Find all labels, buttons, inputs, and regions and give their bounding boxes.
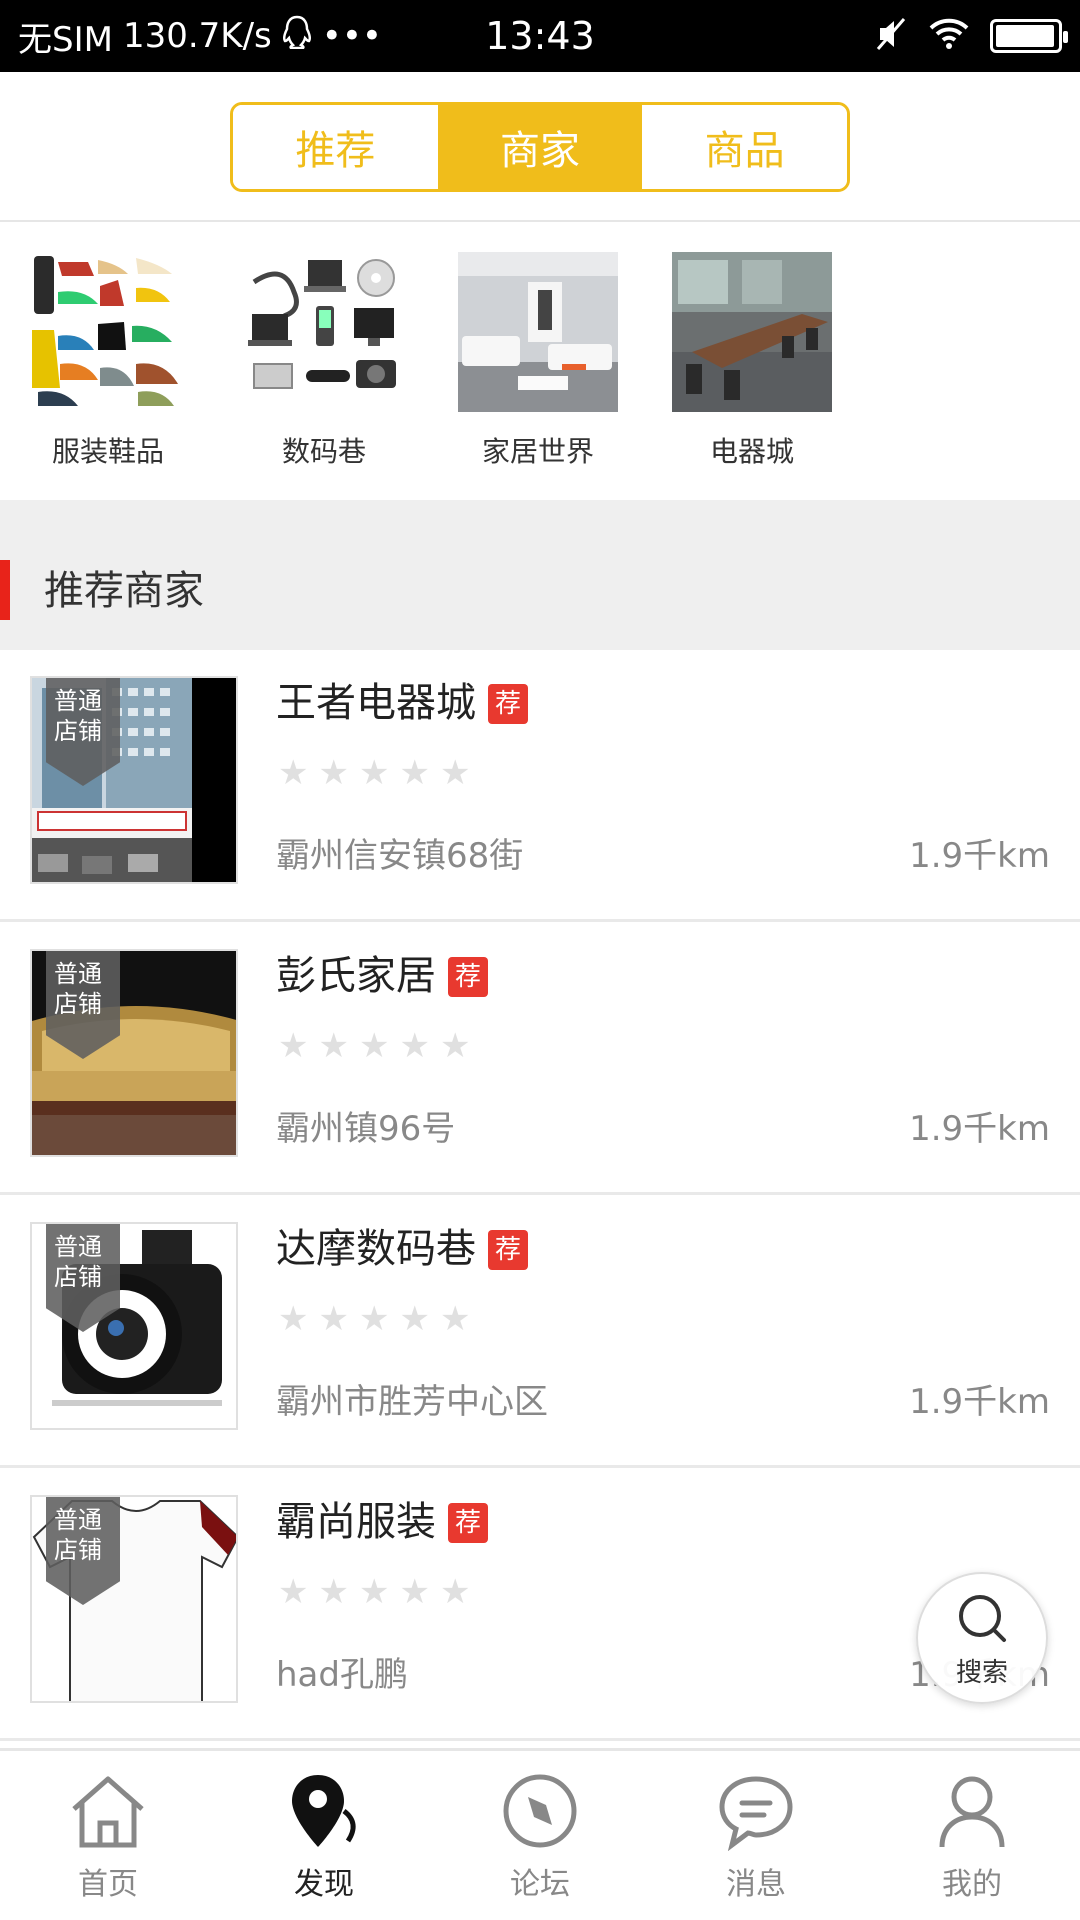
home-icon xyxy=(72,1776,144,1848)
star-icon: ★ xyxy=(318,753,349,793)
nav-label: 消息 xyxy=(726,1867,786,1902)
recommend-badge: 荐 xyxy=(448,1503,488,1543)
tab-merchants[interactable]: 商家 xyxy=(437,105,643,189)
star-icon: ★ xyxy=(399,753,430,793)
rating-stars: ★ ★ ★ ★ ★ xyxy=(278,1029,470,1063)
shop-distance: 1.9千km xyxy=(909,1382,1050,1422)
rating-stars: ★ ★ ★ ★ ★ xyxy=(278,756,470,790)
section-title: 推荐商家 xyxy=(44,568,204,614)
star-icon: ★ xyxy=(358,753,390,793)
status-bar: 无SIM 130.7K/s ••• 13:43 xyxy=(0,0,1080,72)
star-icon: ★ xyxy=(439,1572,471,1612)
star-icon: ★ xyxy=(399,1026,430,1066)
shop-item[interactable]: 普通店铺 彭氏家居荐 ★ ★ ★ ★ ★ 霸州镇96号 1.9千km xyxy=(0,923,1080,1195)
star-icon: ★ xyxy=(318,1299,349,1339)
section-accent-bar xyxy=(0,560,10,620)
tab-products[interactable]: 商品 xyxy=(642,105,847,189)
star-icon: ★ xyxy=(358,1572,390,1612)
shop-name-text: 达摩数码巷 xyxy=(276,1226,476,1272)
nav-mine[interactable]: 我的 xyxy=(864,1751,1080,1920)
category-row: 服装鞋品 数码巷 家居世界 电器城 xyxy=(0,224,1080,500)
mute-icon xyxy=(874,16,908,56)
star-icon: ★ xyxy=(278,1026,309,1066)
category-label: 家居世界 xyxy=(481,435,594,468)
shop-address: had孔鹏 xyxy=(276,1655,408,1695)
star-icon: ★ xyxy=(278,753,309,793)
star-icon: ★ xyxy=(399,1299,430,1339)
star-icon: ★ xyxy=(439,1026,471,1066)
shop-distance: 1.9千km xyxy=(909,1109,1050,1149)
nav-forum[interactable]: 论坛 xyxy=(432,1751,648,1920)
nav-discover[interactable]: 发现 xyxy=(216,1751,432,1920)
star-icon: ★ xyxy=(318,1572,349,1612)
battery-icon xyxy=(990,19,1068,53)
category-label: 电器城 xyxy=(709,435,794,468)
nav-label: 发现 xyxy=(294,1867,354,1902)
shop-thumbnail: 普通店铺 xyxy=(30,1222,238,1430)
nav-label: 我的 xyxy=(942,1867,1002,1902)
category-label: 服装鞋品 xyxy=(51,435,164,468)
segmented-tabs: 推荐 商家 商品 xyxy=(230,102,850,192)
rating-stars: ★ ★ ★ ★ ★ xyxy=(278,1575,470,1609)
nav-label: 论坛 xyxy=(510,1867,570,1902)
category-digital[interactable]: 数码巷 xyxy=(224,252,424,470)
search-label: 搜索 xyxy=(955,1658,1008,1688)
user-icon xyxy=(939,1776,1005,1848)
category-appliance[interactable]: 电器城 xyxy=(652,252,852,470)
section-header: 推荐商家 xyxy=(0,500,1080,650)
star-icon: ★ xyxy=(358,1299,390,1339)
star-icon: ★ xyxy=(278,1572,309,1612)
shop-name: 王者电器城荐 xyxy=(276,670,528,728)
shop-item[interactable]: 普通店铺 王者电器城荐 ★ ★ ★ ★ ★ 霸州信安镇68街 1.9千km xyxy=(0,650,1080,922)
star-icon: ★ xyxy=(439,1299,471,1339)
shop-address: 霸州镇96号 xyxy=(276,1109,456,1149)
recommend-badge: 荐 xyxy=(448,957,488,997)
living-room-image xyxy=(458,252,618,412)
search-icon xyxy=(959,1595,1006,1642)
star-icon: ★ xyxy=(358,1026,390,1066)
star-icon: ★ xyxy=(399,1572,430,1612)
category-label: 数码巷 xyxy=(281,435,366,468)
category-clothing[interactable]: 服装鞋品 xyxy=(8,252,208,470)
digital-devices-image xyxy=(244,252,404,412)
star-icon: ★ xyxy=(439,753,471,793)
recommend-badge: 荐 xyxy=(488,684,528,724)
shop-item[interactable]: 普通店铺 达摩数码巷荐 ★ ★ ★ ★ ★ 霸州市胜芳中心区 1.9千km xyxy=(0,1196,1080,1468)
shop-name-text: 彭氏家居 xyxy=(276,953,436,999)
shop-name: 达摩数码巷荐 xyxy=(276,1216,528,1274)
shop-name-text: 霸尚服装 xyxy=(276,1499,436,1545)
meeting-room-image xyxy=(672,252,832,412)
shop-distance: 1.9千km xyxy=(909,836,1050,876)
shop-thumbnail: 普通店铺 xyxy=(30,676,238,884)
shoes-image xyxy=(28,252,188,412)
top-header: 推荐 商家 商品 xyxy=(0,72,1080,222)
message-icon xyxy=(719,1776,793,1852)
shop-thumbnail: 普通店铺 xyxy=(30,1495,238,1703)
tab-recommend[interactable]: 推荐 xyxy=(233,105,438,189)
bottom-nav: 首页 发现 论坛 消息 我的 xyxy=(0,1748,1080,1920)
rating-stars: ★ ★ ★ ★ ★ xyxy=(278,1302,470,1336)
shop-name: 彭氏家居荐 xyxy=(276,943,488,1001)
nav-messages[interactable]: 消息 xyxy=(648,1751,864,1920)
shop-address: 霸州信安镇68街 xyxy=(276,836,524,876)
location-icon xyxy=(292,1775,356,1847)
nav-home[interactable]: 首页 xyxy=(0,1751,216,1920)
wifi-icon xyxy=(928,18,970,54)
shop-thumbnail: 普通店铺 xyxy=(30,949,238,1157)
category-home[interactable]: 家居世界 xyxy=(438,252,638,470)
star-icon: ★ xyxy=(278,1299,309,1339)
status-right xyxy=(874,0,1068,72)
search-button[interactable]: 搜索 xyxy=(916,1572,1048,1704)
compass-icon xyxy=(503,1774,577,1848)
shop-address: 霸州市胜芳中心区 xyxy=(276,1382,548,1422)
star-icon: ★ xyxy=(318,1026,349,1066)
recommend-badge: 荐 xyxy=(488,1230,528,1270)
shop-name: 霸尚服装荐 xyxy=(276,1489,488,1547)
nav-label: 首页 xyxy=(78,1867,138,1902)
shop-name-text: 王者电器城 xyxy=(276,680,476,726)
